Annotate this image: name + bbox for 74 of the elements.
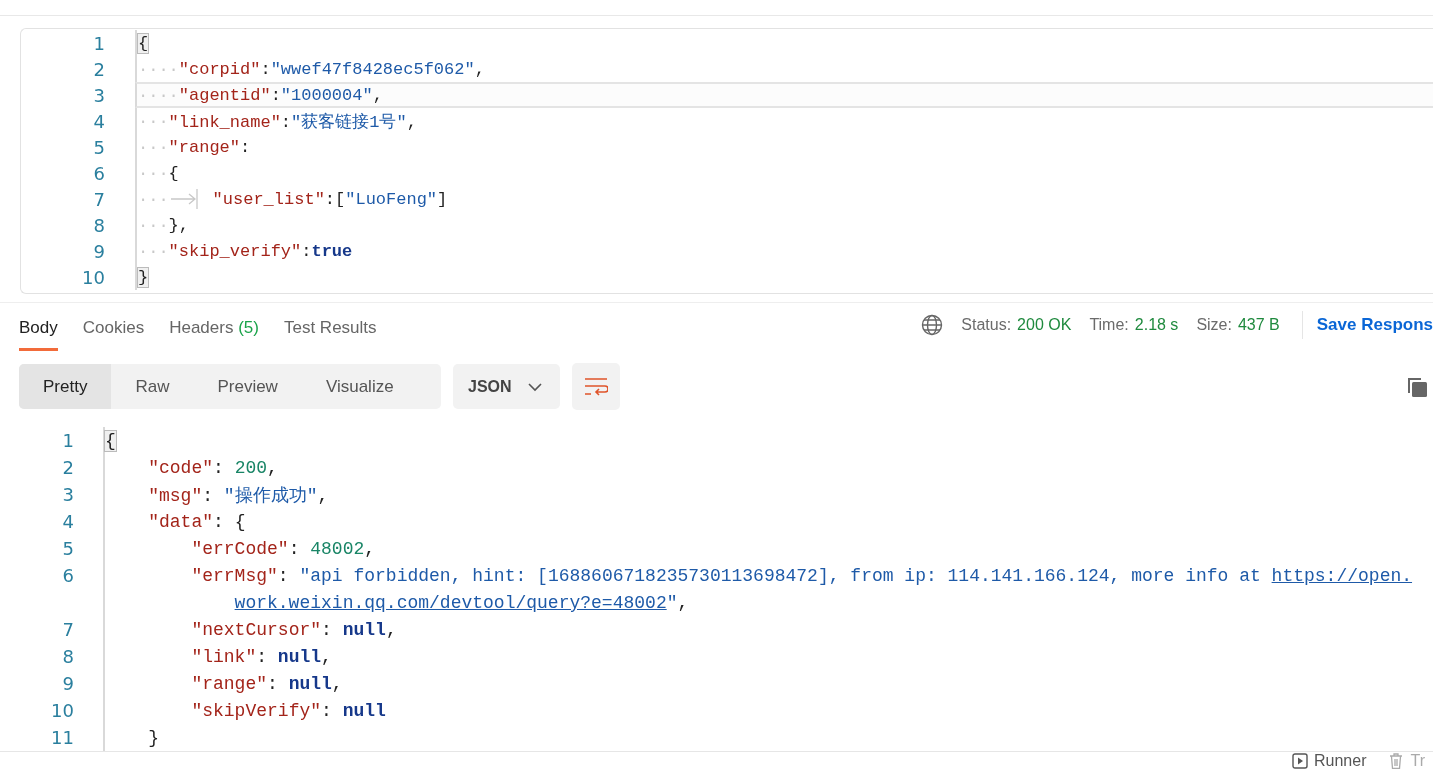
view-mode-tab[interactable]: Pretty	[19, 364, 112, 409]
whitespace-markers: ···	[138, 111, 169, 131]
code-line: },	[168, 215, 189, 235]
line-number: 7	[92, 188, 105, 210]
time-label: Time:	[1089, 316, 1129, 334]
response-tab[interactable]: Headers (5)	[169, 317, 259, 351]
line-number: 4	[92, 110, 105, 132]
code-line: "code": 200,	[147, 457, 278, 478]
whitespace-markers: ····	[138, 59, 179, 79]
line-number: 2	[92, 58, 105, 80]
code-line: "corpid":"wwef47f8428ec5f062",	[178, 59, 485, 79]
line-number: 3	[61, 484, 74, 505]
line-number: 8	[61, 646, 74, 667]
line-number: 10	[81, 266, 105, 288]
code-line: "msg": "操作成功",	[147, 484, 329, 507]
status-label: Status:	[961, 316, 1012, 334]
runner-button[interactable]: Runner	[1292, 752, 1367, 769]
whitespace-markers: ···	[138, 215, 169, 235]
code-line: "link_name":"获客链接1号",	[168, 111, 417, 133]
code-line: }	[147, 727, 159, 748]
size-value: 437 B	[1237, 316, 1280, 334]
line-number: 6	[92, 162, 105, 184]
response-tab[interactable]: Test Results	[283, 317, 377, 351]
line-number: 2	[61, 457, 74, 478]
play-icon	[1292, 753, 1308, 769]
line-number: 8	[92, 214, 105, 236]
whitespace-markers: ···	[138, 137, 169, 157]
code-line: "user_list":["LuoFeng"]	[212, 189, 448, 209]
line-number: 3	[92, 84, 105, 106]
size-label: Size:	[1196, 316, 1232, 334]
code-line: "link": null,	[190, 646, 332, 667]
line-number: 5	[92, 136, 105, 158]
code-line: "errMsg": "api forbidden, hint: [1688606718235730113698472], from ip: 114.141.166.124, more info at https://open.	[190, 565, 1413, 586]
code-line: "agentid":"1000004",	[178, 85, 383, 105]
time-value: 2.18 s	[1134, 316, 1179, 334]
line-number: 4	[61, 511, 74, 532]
wrap-lines-button[interactable]	[571, 363, 620, 410]
whitespace-markers: ····	[138, 85, 179, 105]
request-body-editor[interactable]: 1 { 2 ····"corpid":"wwef47f8428ec5f062", 3 ····"agentid":"1000004", 4 ···"link_name":"获客链接1号", 5 ···"range": 6 ···{ 7 ··· "user_list":["LuoFeng"] 8 ···}, 9 ···"skip_verify":true 10 }	[20, 28, 1433, 294]
code-line: "range":	[168, 137, 251, 157]
globe-icon[interactable]	[921, 314, 944, 336]
line-number: 11	[50, 727, 74, 748]
wrap-lines-icon	[583, 376, 608, 397]
trash-icon	[1388, 753, 1405, 769]
whitespace-markers: ···	[138, 241, 169, 261]
code-line: work.weixin.qq.com/devtool/query?e=48002",	[234, 592, 689, 613]
url-link[interactable]: work.weixin.qq.com/devtool/query?e=48002	[234, 592, 667, 613]
chevron-down-icon	[527, 381, 542, 392]
code-line: "skipVerify": null	[190, 700, 386, 721]
format-dropdown[interactable]: JSON	[453, 364, 560, 409]
line-number: 10	[50, 700, 74, 721]
response-tab[interactable]: Body	[19, 317, 58, 351]
line-number: 6	[61, 565, 74, 586]
url-link[interactable]: https://open.	[1271, 565, 1413, 586]
code-line: "nextCursor": null,	[190, 619, 397, 640]
line-number: 7	[61, 619, 74, 640]
line-number: 1	[92, 32, 105, 54]
code-line: "skip_verify":true	[168, 241, 353, 261]
view-mode-tab[interactable]: Preview	[193, 364, 302, 409]
view-mode-tab[interactable]: Visualize	[301, 364, 418, 409]
code-line: "errCode": 48002,	[190, 538, 376, 559]
line-number: 9	[61, 673, 74, 694]
view-mode-tab[interactable]: Raw	[111, 364, 194, 409]
whitespace-markers: ···	[138, 189, 169, 209]
whitespace-markers: ···	[138, 163, 169, 183]
save-response-button[interactable]: Save Respons	[1316, 315, 1433, 335]
line-number: 9	[92, 240, 105, 262]
code-line: "range": null,	[190, 673, 343, 694]
code-line: {	[168, 163, 179, 183]
response-tab[interactable]: Cookies	[82, 317, 145, 351]
line-number: 5	[61, 538, 74, 559]
code-line: "data": {	[147, 511, 246, 532]
line-number: 1	[61, 430, 74, 451]
status-value: 200 OK	[1017, 316, 1072, 334]
